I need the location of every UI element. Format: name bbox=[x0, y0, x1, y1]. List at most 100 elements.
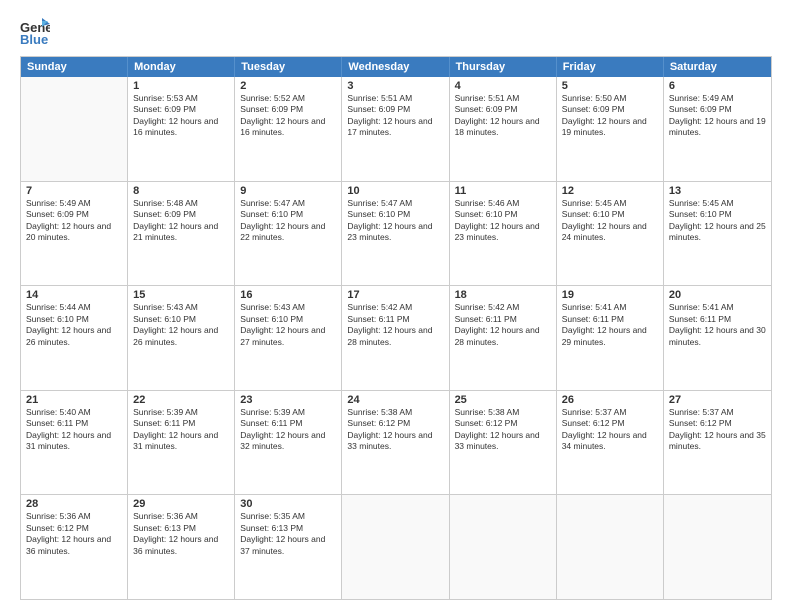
calendar-cell: 3Sunrise: 5:51 AMSunset: 6:09 PMDaylight… bbox=[342, 77, 449, 181]
day-number: 10 bbox=[347, 185, 443, 197]
sun-info: Sunrise: 5:47 AMSunset: 6:10 PMDaylight:… bbox=[240, 198, 336, 244]
header: General Blue bbox=[20, 18, 772, 46]
day-number: 30 bbox=[240, 498, 336, 510]
calendar-cell: 13Sunrise: 5:45 AMSunset: 6:10 PMDayligh… bbox=[664, 182, 771, 286]
sun-info: Sunrise: 5:45 AMSunset: 6:10 PMDaylight:… bbox=[562, 198, 658, 244]
calendar-cell: 14Sunrise: 5:44 AMSunset: 6:10 PMDayligh… bbox=[21, 286, 128, 390]
sun-info: Sunrise: 5:38 AMSunset: 6:12 PMDaylight:… bbox=[347, 407, 443, 453]
header-day-saturday: Saturday bbox=[664, 57, 771, 77]
calendar-week-2: 7Sunrise: 5:49 AMSunset: 6:09 PMDaylight… bbox=[21, 182, 771, 287]
calendar-cell: 25Sunrise: 5:38 AMSunset: 6:12 PMDayligh… bbox=[450, 391, 557, 495]
calendar-cell: 5Sunrise: 5:50 AMSunset: 6:09 PMDaylight… bbox=[557, 77, 664, 181]
sun-info: Sunrise: 5:37 AMSunset: 6:12 PMDaylight:… bbox=[669, 407, 766, 453]
sun-info: Sunrise: 5:42 AMSunset: 6:11 PMDaylight:… bbox=[347, 302, 443, 348]
sun-info: Sunrise: 5:43 AMSunset: 6:10 PMDaylight:… bbox=[133, 302, 229, 348]
day-number: 22 bbox=[133, 394, 229, 406]
calendar-cell: 7Sunrise: 5:49 AMSunset: 6:09 PMDaylight… bbox=[21, 182, 128, 286]
sun-info: Sunrise: 5:37 AMSunset: 6:12 PMDaylight:… bbox=[562, 407, 658, 453]
logo: General Blue bbox=[20, 18, 56, 46]
calendar-cell bbox=[450, 495, 557, 599]
sun-info: Sunrise: 5:47 AMSunset: 6:10 PMDaylight:… bbox=[347, 198, 443, 244]
page: General Blue SundayMondayTuesdayWednesda… bbox=[0, 0, 792, 612]
sun-info: Sunrise: 5:39 AMSunset: 6:11 PMDaylight:… bbox=[240, 407, 336, 453]
sun-info: Sunrise: 5:52 AMSunset: 6:09 PMDaylight:… bbox=[240, 93, 336, 139]
calendar-cell: 15Sunrise: 5:43 AMSunset: 6:10 PMDayligh… bbox=[128, 286, 235, 390]
day-number: 13 bbox=[669, 185, 766, 197]
calendar-cell: 12Sunrise: 5:45 AMSunset: 6:10 PMDayligh… bbox=[557, 182, 664, 286]
header-day-thursday: Thursday bbox=[450, 57, 557, 77]
sun-info: Sunrise: 5:38 AMSunset: 6:12 PMDaylight:… bbox=[455, 407, 551, 453]
sun-info: Sunrise: 5:51 AMSunset: 6:09 PMDaylight:… bbox=[455, 93, 551, 139]
calendar-cell: 11Sunrise: 5:46 AMSunset: 6:10 PMDayligh… bbox=[450, 182, 557, 286]
calendar-cell: 2Sunrise: 5:52 AMSunset: 6:09 PMDaylight… bbox=[235, 77, 342, 181]
calendar-body: 1Sunrise: 5:53 AMSunset: 6:09 PMDaylight… bbox=[21, 77, 771, 599]
calendar-cell: 10Sunrise: 5:47 AMSunset: 6:10 PMDayligh… bbox=[342, 182, 449, 286]
sun-info: Sunrise: 5:44 AMSunset: 6:10 PMDaylight:… bbox=[26, 302, 122, 348]
day-number: 26 bbox=[562, 394, 658, 406]
calendar-cell: 29Sunrise: 5:36 AMSunset: 6:13 PMDayligh… bbox=[128, 495, 235, 599]
sun-info: Sunrise: 5:51 AMSunset: 6:09 PMDaylight:… bbox=[347, 93, 443, 139]
sun-info: Sunrise: 5:36 AMSunset: 6:13 PMDaylight:… bbox=[133, 511, 229, 557]
calendar-cell: 30Sunrise: 5:35 AMSunset: 6:13 PMDayligh… bbox=[235, 495, 342, 599]
day-number: 24 bbox=[347, 394, 443, 406]
calendar-cell: 21Sunrise: 5:40 AMSunset: 6:11 PMDayligh… bbox=[21, 391, 128, 495]
day-number: 8 bbox=[133, 185, 229, 197]
calendar-cell: 8Sunrise: 5:48 AMSunset: 6:09 PMDaylight… bbox=[128, 182, 235, 286]
sun-info: Sunrise: 5:49 AMSunset: 6:09 PMDaylight:… bbox=[26, 198, 122, 244]
day-number: 2 bbox=[240, 80, 336, 92]
calendar-cell: 18Sunrise: 5:42 AMSunset: 6:11 PMDayligh… bbox=[450, 286, 557, 390]
calendar-cell: 23Sunrise: 5:39 AMSunset: 6:11 PMDayligh… bbox=[235, 391, 342, 495]
day-number: 5 bbox=[562, 80, 658, 92]
calendar-week-3: 14Sunrise: 5:44 AMSunset: 6:10 PMDayligh… bbox=[21, 286, 771, 391]
sun-info: Sunrise: 5:53 AMSunset: 6:09 PMDaylight:… bbox=[133, 93, 229, 139]
day-number: 12 bbox=[562, 185, 658, 197]
calendar-cell: 16Sunrise: 5:43 AMSunset: 6:10 PMDayligh… bbox=[235, 286, 342, 390]
calendar-week-1: 1Sunrise: 5:53 AMSunset: 6:09 PMDaylight… bbox=[21, 77, 771, 182]
sun-info: Sunrise: 5:45 AMSunset: 6:10 PMDaylight:… bbox=[669, 198, 766, 244]
sun-info: Sunrise: 5:35 AMSunset: 6:13 PMDaylight:… bbox=[240, 511, 336, 557]
day-number: 21 bbox=[26, 394, 122, 406]
header-day-tuesday: Tuesday bbox=[235, 57, 342, 77]
sun-info: Sunrise: 5:46 AMSunset: 6:10 PMDaylight:… bbox=[455, 198, 551, 244]
day-number: 18 bbox=[455, 289, 551, 301]
sun-info: Sunrise: 5:41 AMSunset: 6:11 PMDaylight:… bbox=[562, 302, 658, 348]
calendar-cell: 26Sunrise: 5:37 AMSunset: 6:12 PMDayligh… bbox=[557, 391, 664, 495]
day-number: 6 bbox=[669, 80, 766, 92]
day-number: 15 bbox=[133, 289, 229, 301]
day-number: 27 bbox=[669, 394, 766, 406]
calendar-cell: 1Sunrise: 5:53 AMSunset: 6:09 PMDaylight… bbox=[128, 77, 235, 181]
calendar-cell bbox=[342, 495, 449, 599]
calendar-cell: 9Sunrise: 5:47 AMSunset: 6:10 PMDaylight… bbox=[235, 182, 342, 286]
day-number: 23 bbox=[240, 394, 336, 406]
calendar-cell: 19Sunrise: 5:41 AMSunset: 6:11 PMDayligh… bbox=[557, 286, 664, 390]
calendar-cell: 24Sunrise: 5:38 AMSunset: 6:12 PMDayligh… bbox=[342, 391, 449, 495]
calendar-cell: 6Sunrise: 5:49 AMSunset: 6:09 PMDaylight… bbox=[664, 77, 771, 181]
calendar-cell: 28Sunrise: 5:36 AMSunset: 6:12 PMDayligh… bbox=[21, 495, 128, 599]
day-number: 16 bbox=[240, 289, 336, 301]
sun-info: Sunrise: 5:39 AMSunset: 6:11 PMDaylight:… bbox=[133, 407, 229, 453]
sun-info: Sunrise: 5:36 AMSunset: 6:12 PMDaylight:… bbox=[26, 511, 122, 557]
calendar-cell: 27Sunrise: 5:37 AMSunset: 6:12 PMDayligh… bbox=[664, 391, 771, 495]
day-number: 25 bbox=[455, 394, 551, 406]
day-number: 29 bbox=[133, 498, 229, 510]
sun-info: Sunrise: 5:41 AMSunset: 6:11 PMDaylight:… bbox=[669, 302, 766, 348]
day-number: 7 bbox=[26, 185, 122, 197]
logo-icon: General Blue bbox=[20, 18, 50, 46]
sun-info: Sunrise: 5:43 AMSunset: 6:10 PMDaylight:… bbox=[240, 302, 336, 348]
header-day-monday: Monday bbox=[128, 57, 235, 77]
calendar-cell: 20Sunrise: 5:41 AMSunset: 6:11 PMDayligh… bbox=[664, 286, 771, 390]
calendar-cell bbox=[557, 495, 664, 599]
sun-info: Sunrise: 5:42 AMSunset: 6:11 PMDaylight:… bbox=[455, 302, 551, 348]
day-number: 11 bbox=[455, 185, 551, 197]
day-number: 9 bbox=[240, 185, 336, 197]
sun-info: Sunrise: 5:48 AMSunset: 6:09 PMDaylight:… bbox=[133, 198, 229, 244]
day-number: 3 bbox=[347, 80, 443, 92]
day-number: 1 bbox=[133, 80, 229, 92]
calendar-cell: 4Sunrise: 5:51 AMSunset: 6:09 PMDaylight… bbox=[450, 77, 557, 181]
calendar-cell bbox=[21, 77, 128, 181]
header-day-friday: Friday bbox=[557, 57, 664, 77]
sun-info: Sunrise: 5:40 AMSunset: 6:11 PMDaylight:… bbox=[26, 407, 122, 453]
header-day-wednesday: Wednesday bbox=[342, 57, 449, 77]
day-number: 28 bbox=[26, 498, 122, 510]
svg-text:Blue: Blue bbox=[20, 32, 48, 46]
